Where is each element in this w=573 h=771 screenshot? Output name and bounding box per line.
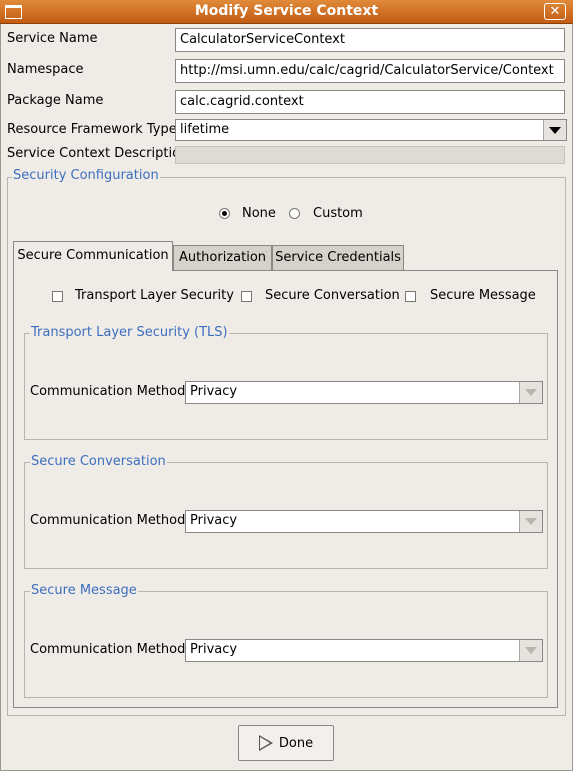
secure-message-checkbox-label[interactable]: Secure Message [430,288,536,303]
secure-message-method-label: Communication Method [30,642,186,657]
secure-message-method-select[interactable]: Privacy [185,639,543,662]
custom-radio-label[interactable]: Custom [313,206,363,221]
secure-message-group-title: Secure Message [30,583,138,598]
none-radio[interactable] [219,208,230,219]
package-name-label: Package Name [7,93,104,108]
tls-method-select[interactable]: Privacy [185,381,543,404]
resource-framework-select[interactable]: lifetime [175,119,567,141]
done-button-label: Done [278,735,314,751]
secure-conversation-method-select[interactable]: Privacy [185,510,543,533]
description-field[interactable] [175,146,565,164]
chevron-down-icon[interactable] [543,120,566,140]
resource-framework-value: lifetime [180,122,230,137]
secure-conversation-checkbox[interactable] [241,291,252,302]
tab-service-credentials[interactable]: Service Credentials [272,245,404,270]
window-title: Modify Service Context [194,3,379,19]
tab-authorization[interactable]: Authorization [173,245,272,270]
security-configuration-title: Security Configuration [12,168,160,183]
description-label: Service Context Description [7,146,189,161]
tls-checkbox-label[interactable]: Transport Layer Security [75,288,234,303]
chevron-down-icon[interactable] [519,382,542,403]
done-button[interactable]: Done [238,725,334,761]
none-radio-label[interactable]: None [242,206,276,221]
tab-secure-communication[interactable]: Secure Communication [13,241,173,271]
secure-conversation-method-label: Communication Method [30,513,186,528]
secure-conversation-group-title: Secure Conversation [30,454,167,469]
service-name-input[interactable]: CalculatorServiceContext [175,28,565,52]
tls-group-title: Transport Layer Security (TLS) [30,325,229,340]
namespace-label: Namespace [7,62,84,77]
secure-conversation-checkbox-label[interactable]: Secure Conversation [265,288,400,303]
chevron-down-icon[interactable] [519,511,542,532]
secure-conversation-method-value: Privacy [190,513,238,528]
close-icon[interactable]: ✕ [544,3,566,20]
service-name-label: Service Name [7,31,98,46]
tls-checkbox[interactable] [52,291,63,302]
tls-method-label: Communication Method [30,384,186,399]
package-name-input[interactable]: calc.cagrid.context [175,90,565,114]
namespace-input[interactable]: http://msi.umn.edu/calc/cagrid/Calculato… [175,59,565,83]
tls-method-value: Privacy [190,384,238,399]
title-bar[interactable]: Modify Service Context ✕ [0,0,573,24]
secure-message-method-value: Privacy [190,642,238,657]
play-icon [258,735,273,751]
secure-message-checkbox[interactable] [405,291,416,302]
chevron-down-icon[interactable] [519,640,542,661]
custom-radio[interactable] [289,208,300,219]
resource-framework-label: Resource Framework Type [7,122,177,137]
